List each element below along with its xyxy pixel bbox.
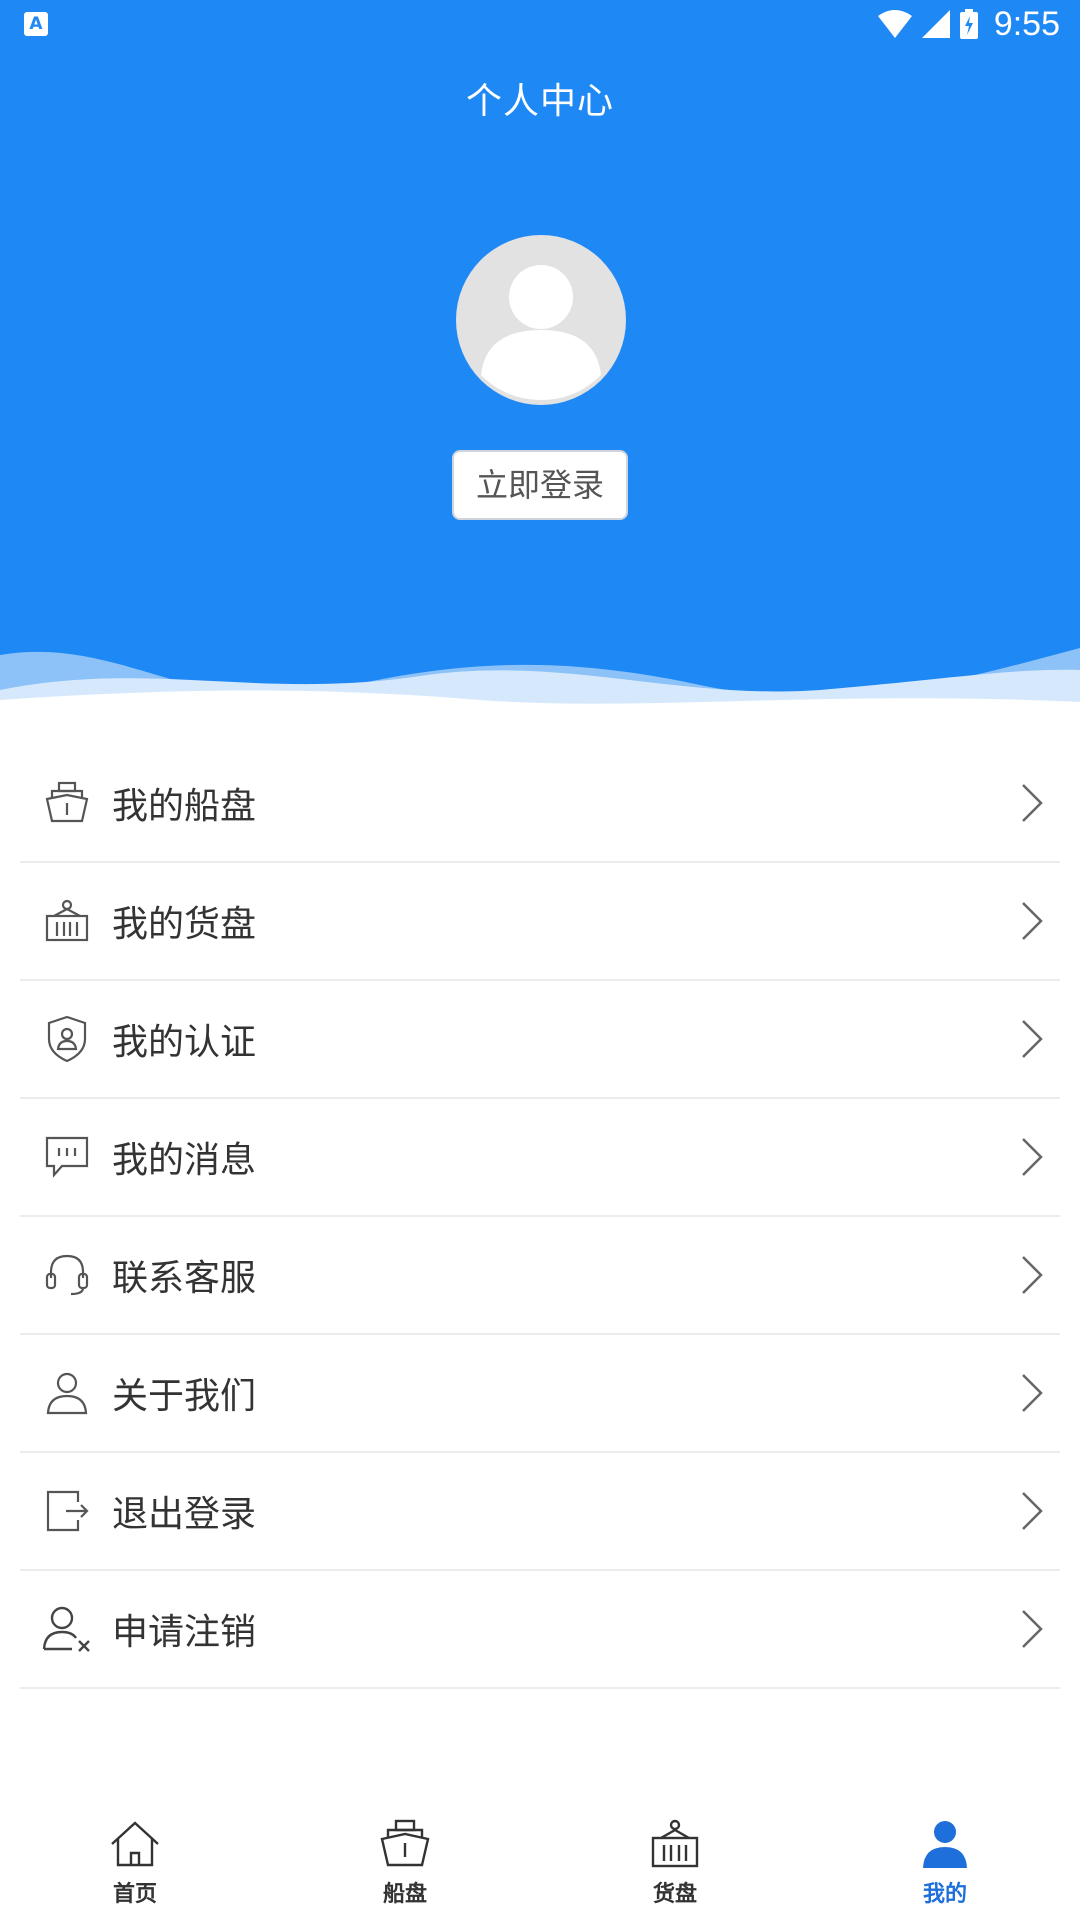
ship-icon (377, 1816, 433, 1872)
tab-cargo[interactable]: 货盘 (540, 1800, 810, 1920)
menu-item-contact-support[interactable]: 联系客服 (20, 1217, 1060, 1335)
user-remove-icon (42, 1604, 92, 1654)
message-icon (42, 1132, 92, 1182)
chevron-right-icon (1012, 1604, 1052, 1654)
menu-item-about-us[interactable]: 关于我们 (20, 1335, 1060, 1453)
tab-home[interactable]: 首页 (0, 1800, 270, 1920)
profile-icon (917, 1816, 973, 1872)
home-icon (107, 1816, 163, 1872)
tab-mine[interactable]: 我的 (810, 1800, 1080, 1920)
profile-header: A 9:55 个人中心 立即登录 (0, 0, 1080, 720)
user-icon (42, 1368, 92, 1418)
menu-item-my-cargo[interactable]: 我的货盘 (20, 863, 1060, 981)
ship-icon (42, 778, 92, 828)
shield-icon (42, 1014, 92, 1064)
menu-item-request-cancellation[interactable]: 申请注销 (20, 1571, 1060, 1689)
headset-icon (42, 1250, 92, 1300)
chevron-right-icon (1012, 896, 1052, 946)
chevron-right-icon (1012, 1486, 1052, 1536)
menu-item-my-verification[interactable]: 我的认证 (20, 981, 1060, 1099)
menu-item-my-messages[interactable]: 我的消息 (20, 1099, 1060, 1217)
cargo-icon (647, 1816, 703, 1872)
logout-icon (42, 1486, 92, 1536)
chevron-right-icon (1012, 778, 1052, 828)
menu-item-logout[interactable]: 退出登录 (20, 1453, 1060, 1571)
menu-item-my-ships[interactable]: 我的船盘 (20, 745, 1060, 863)
tab-ships[interactable]: 船盘 (270, 1800, 540, 1920)
menu-list: 我的船盘 我的货盘 我的认证 我的消息 联系客服 关于我们 退出登录 申请注销 (20, 745, 1060, 1689)
chevron-right-icon (1012, 1250, 1052, 1300)
cargo-icon (42, 896, 92, 946)
chevron-right-icon (1012, 1368, 1052, 1418)
chevron-right-icon (1012, 1014, 1052, 1064)
chevron-right-icon (1012, 1132, 1052, 1182)
wave-decoration (0, 648, 1080, 720)
bottom-tab-bar: 首页 船盘 货盘 我的 (0, 1800, 1080, 1920)
